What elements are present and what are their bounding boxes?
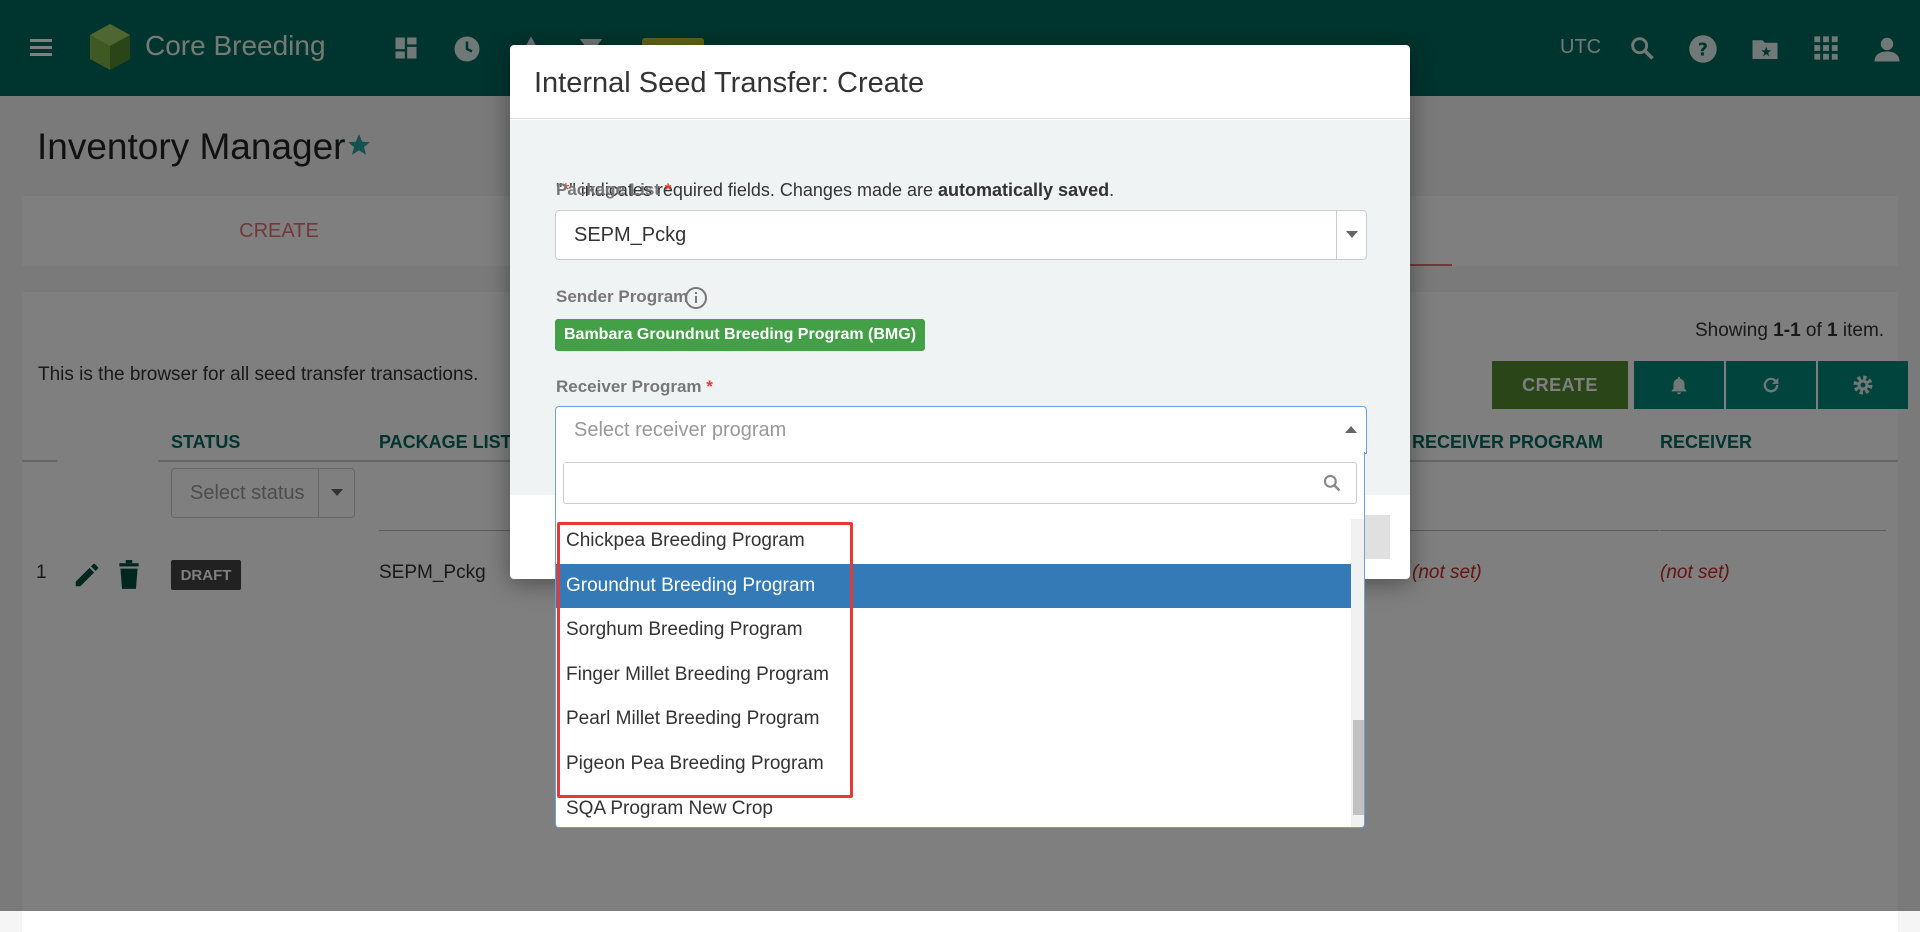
receiver-search-box xyxy=(563,462,1357,504)
receiver-option[interactable]: Pigeon Pea Breeding Program xyxy=(556,742,1351,787)
receiver-option[interactable]: SQA Program New Crop xyxy=(556,787,1351,827)
sender-program-label: Sender Program xyxy=(556,287,689,306)
receiver-option[interactable]: Pearl Millet Breeding Program xyxy=(556,697,1351,742)
chevron-down-icon xyxy=(1336,211,1366,259)
sender-program-chip: Bambara Groundnut Breeding Program (BMG) xyxy=(555,319,926,351)
receiver-option[interactable]: Chickpea Breeding Program xyxy=(556,519,1351,564)
receiver-program-dropdown: Chickpea Breeding Program Groundnut Breed… xyxy=(555,452,1365,828)
receiver-option[interactable]: Sorghum Breeding Program xyxy=(556,608,1351,653)
scrollbar-thumb[interactable] xyxy=(1353,720,1364,815)
receiver-option[interactable]: Finger Millet Breeding Program xyxy=(556,653,1351,698)
receiver-program-label: Receiver Program * xyxy=(556,377,713,396)
receiver-program-select[interactable]: Select receiver program xyxy=(555,406,1367,454)
dropdown-scrollbar[interactable] xyxy=(1351,519,1364,827)
receiver-option[interactable]: Groundnut Breeding Program xyxy=(556,563,1351,609)
modal-title: Internal Seed Transfer: Create xyxy=(510,45,1410,119)
receiver-options-list: Chickpea Breeding Program Groundnut Breed… xyxy=(556,519,1351,827)
package-list-select[interactable]: SEPM_Pckg xyxy=(555,210,1367,260)
receiver-search-input[interactable] xyxy=(564,463,1304,501)
search-icon xyxy=(1322,473,1342,493)
chevron-up-icon xyxy=(1336,407,1366,453)
package-list-label: Package List * xyxy=(556,180,672,199)
info-icon[interactable] xyxy=(684,286,708,310)
